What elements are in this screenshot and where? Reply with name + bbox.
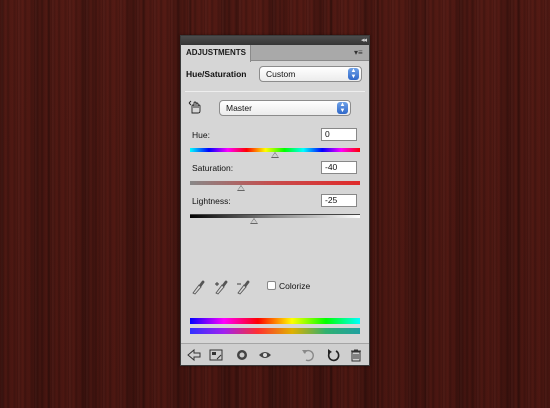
eyedropper-add-icon[interactable] <box>214 279 228 295</box>
previous-state-icon[interactable] <box>301 348 315 362</box>
panel-menu-icon[interactable]: ▾≡ <box>354 48 366 58</box>
collapse-icon[interactable]: ◂◂ <box>361 36 367 45</box>
eyedropper-subtract-icon[interactable] <box>236 279 250 295</box>
saturation-input[interactable]: -40 <box>321 161 357 174</box>
channel-select[interactable]: Master ▲ ▼ <box>219 100 351 116</box>
back-arrow-icon[interactable] <box>187 348 201 362</box>
visibility-eye-icon[interactable] <box>258 348 272 362</box>
trash-icon[interactable] <box>349 348 363 362</box>
eyedropper-icon[interactable] <box>191 279 205 295</box>
divider <box>185 91 365 92</box>
hue-label: Hue: <box>192 130 210 140</box>
hue-input[interactable]: 0 <box>321 128 357 141</box>
input-color-bar <box>190 318 360 324</box>
panel-titlebar: ◂◂ <box>181 36 369 45</box>
chevron-updown-icon: ▲ ▼ <box>348 68 359 80</box>
tab-adjustments[interactable]: ADJUSTMENTS <box>181 45 251 62</box>
saturation-label: Saturation: <box>192 163 234 173</box>
colorize-label: Colorize <box>279 281 311 291</box>
preset-value: Custom <box>266 69 296 79</box>
adjustment-name: Hue/Saturation <box>186 69 247 79</box>
adjustments-panel: ◂◂ ADJUSTMENTS ▾≡ Hue/Saturation Custom … <box>180 35 370 366</box>
hue-slider-thumb[interactable] <box>271 152 279 158</box>
panel-tabbar: ADJUSTMENTS ▾≡ <box>181 45 369 62</box>
output-color-bar <box>190 328 360 334</box>
hand-adjust-icon[interactable] <box>188 100 203 115</box>
lightness-label: Lightness: <box>192 196 231 206</box>
channel-value: Master <box>226 103 252 113</box>
reset-icon[interactable] <box>326 348 340 362</box>
expand-view-icon[interactable] <box>209 348 223 362</box>
lightness-input[interactable]: -25 <box>321 194 357 207</box>
panel-bottom-toolbar <box>181 343 369 365</box>
colorize-checkbox[interactable] <box>267 281 276 290</box>
lightness-slider-track[interactable] <box>190 214 360 218</box>
saturation-slider-thumb[interactable] <box>237 185 245 191</box>
lightness-slider-thumb[interactable] <box>249 218 258 224</box>
chevron-updown-icon: ▲ ▼ <box>337 102 348 114</box>
saturation-slider-track[interactable] <box>190 181 360 185</box>
clip-layer-icon[interactable] <box>235 348 249 362</box>
preset-select[interactable]: Custom ▲ ▼ <box>259 66 362 82</box>
